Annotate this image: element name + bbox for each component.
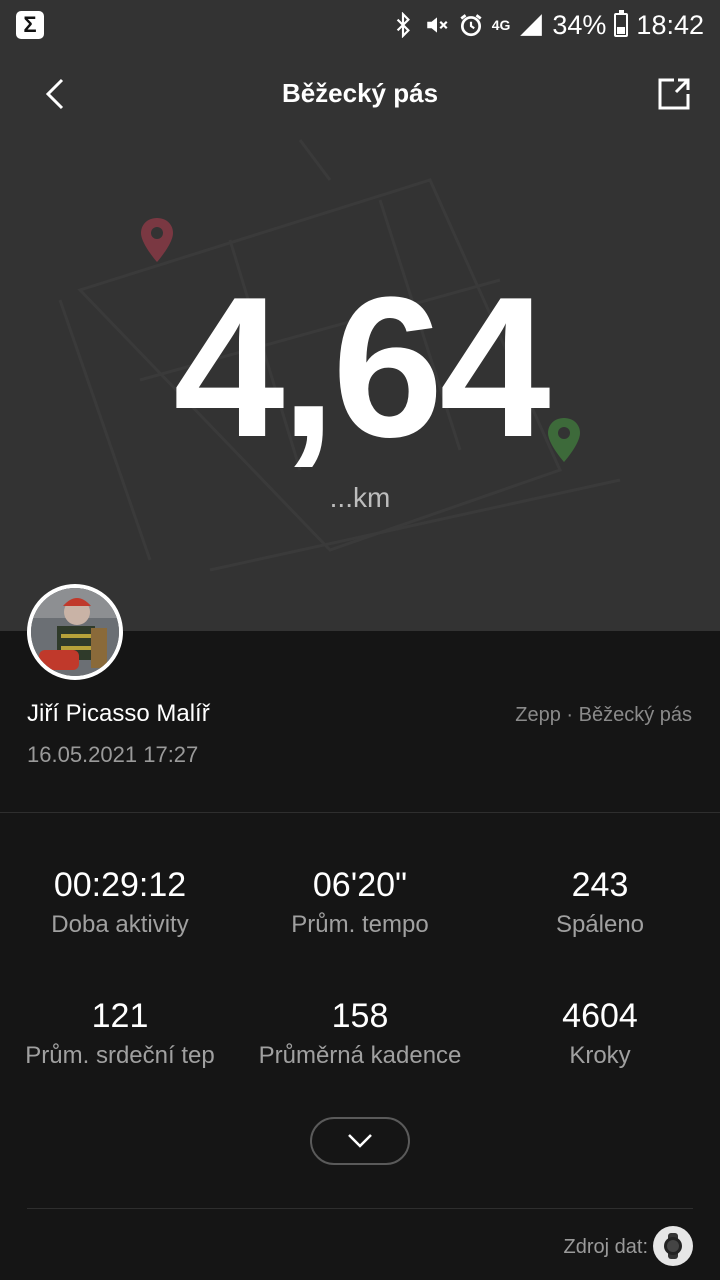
stat-duration: 00:29:12 Doba aktivity bbox=[0, 866, 240, 939]
clock: 18:42 bbox=[636, 9, 704, 40]
watch-icon bbox=[664, 1233, 682, 1259]
bluetooth-icon bbox=[396, 12, 410, 38]
user-name: Jiří Picasso Malíř bbox=[27, 700, 210, 727]
divider bbox=[27, 1208, 693, 1209]
signal-icon bbox=[520, 14, 543, 36]
activity-datetime: 16.05.2021 17:27 bbox=[27, 742, 199, 767]
status-icons: 4G 34% 18:42 bbox=[390, 10, 704, 41]
status-bar: Σ 4G 34% 18:42 bbox=[0, 0, 720, 50]
activity-detail-screen: Σ 4G 34% 18:42 Běžecký pás 4,64 ...km Ji… bbox=[0, 0, 720, 1280]
page-title: Běžecký pás bbox=[281, 78, 439, 108]
watch-device-icon[interactable] bbox=[653, 1226, 693, 1266]
distance-unit: ...km bbox=[329, 482, 391, 513]
stat-value: 4604 bbox=[562, 997, 638, 1035]
share-icon[interactable] bbox=[654, 74, 694, 114]
alarm-icon bbox=[460, 14, 482, 37]
stat-value: 121 bbox=[91, 997, 149, 1035]
data-source-label: Zdroj dat: bbox=[563, 1236, 648, 1258]
distance-hero: Běžecký pás 4,64 ...km bbox=[0, 50, 720, 631]
divider bbox=[0, 812, 720, 813]
mute-icon bbox=[426, 17, 448, 33]
stat-value: 243 bbox=[571, 866, 629, 904]
stat-value: 158 bbox=[331, 997, 389, 1035]
stat-label: Prům. srdeční tep bbox=[25, 1042, 215, 1069]
activity-source: Zepp · Běžecký pás bbox=[515, 704, 692, 726]
stat-heart-rate: 121 Prům. srdeční tep bbox=[0, 997, 240, 1070]
expand-stats-button[interactable] bbox=[310, 1117, 410, 1165]
stat-value: 06'20" bbox=[312, 866, 408, 904]
stat-label: Spáleno bbox=[555, 911, 645, 938]
avatar[interactable] bbox=[27, 584, 123, 680]
avatar-image bbox=[31, 588, 119, 676]
sigma-app-icon: Σ bbox=[16, 11, 44, 39]
battery-percent: 34% bbox=[552, 9, 607, 40]
stat-label: Doba aktivity bbox=[51, 911, 189, 938]
battery-icon bbox=[614, 10, 629, 37]
stat-cadence: 158 Průměrná kadence bbox=[240, 997, 480, 1070]
stat-label: Průměrná kadence bbox=[258, 1042, 462, 1069]
distance-value: 4,64 bbox=[173, 256, 550, 479]
stat-label: Kroky bbox=[569, 1042, 631, 1069]
chevron-down-icon bbox=[348, 1134, 372, 1148]
stat-value: 00:29:12 bbox=[53, 866, 187, 904]
network-type: 4G bbox=[491, 17, 511, 33]
start-pin-icon bbox=[141, 218, 173, 262]
stat-calories: 243 Spáleno bbox=[480, 866, 720, 939]
stat-label: Prům. tempo bbox=[291, 911, 429, 938]
stat-pace: 06'20" Prům. tempo bbox=[240, 866, 480, 939]
stat-steps: 4604 Kroky bbox=[480, 997, 720, 1070]
